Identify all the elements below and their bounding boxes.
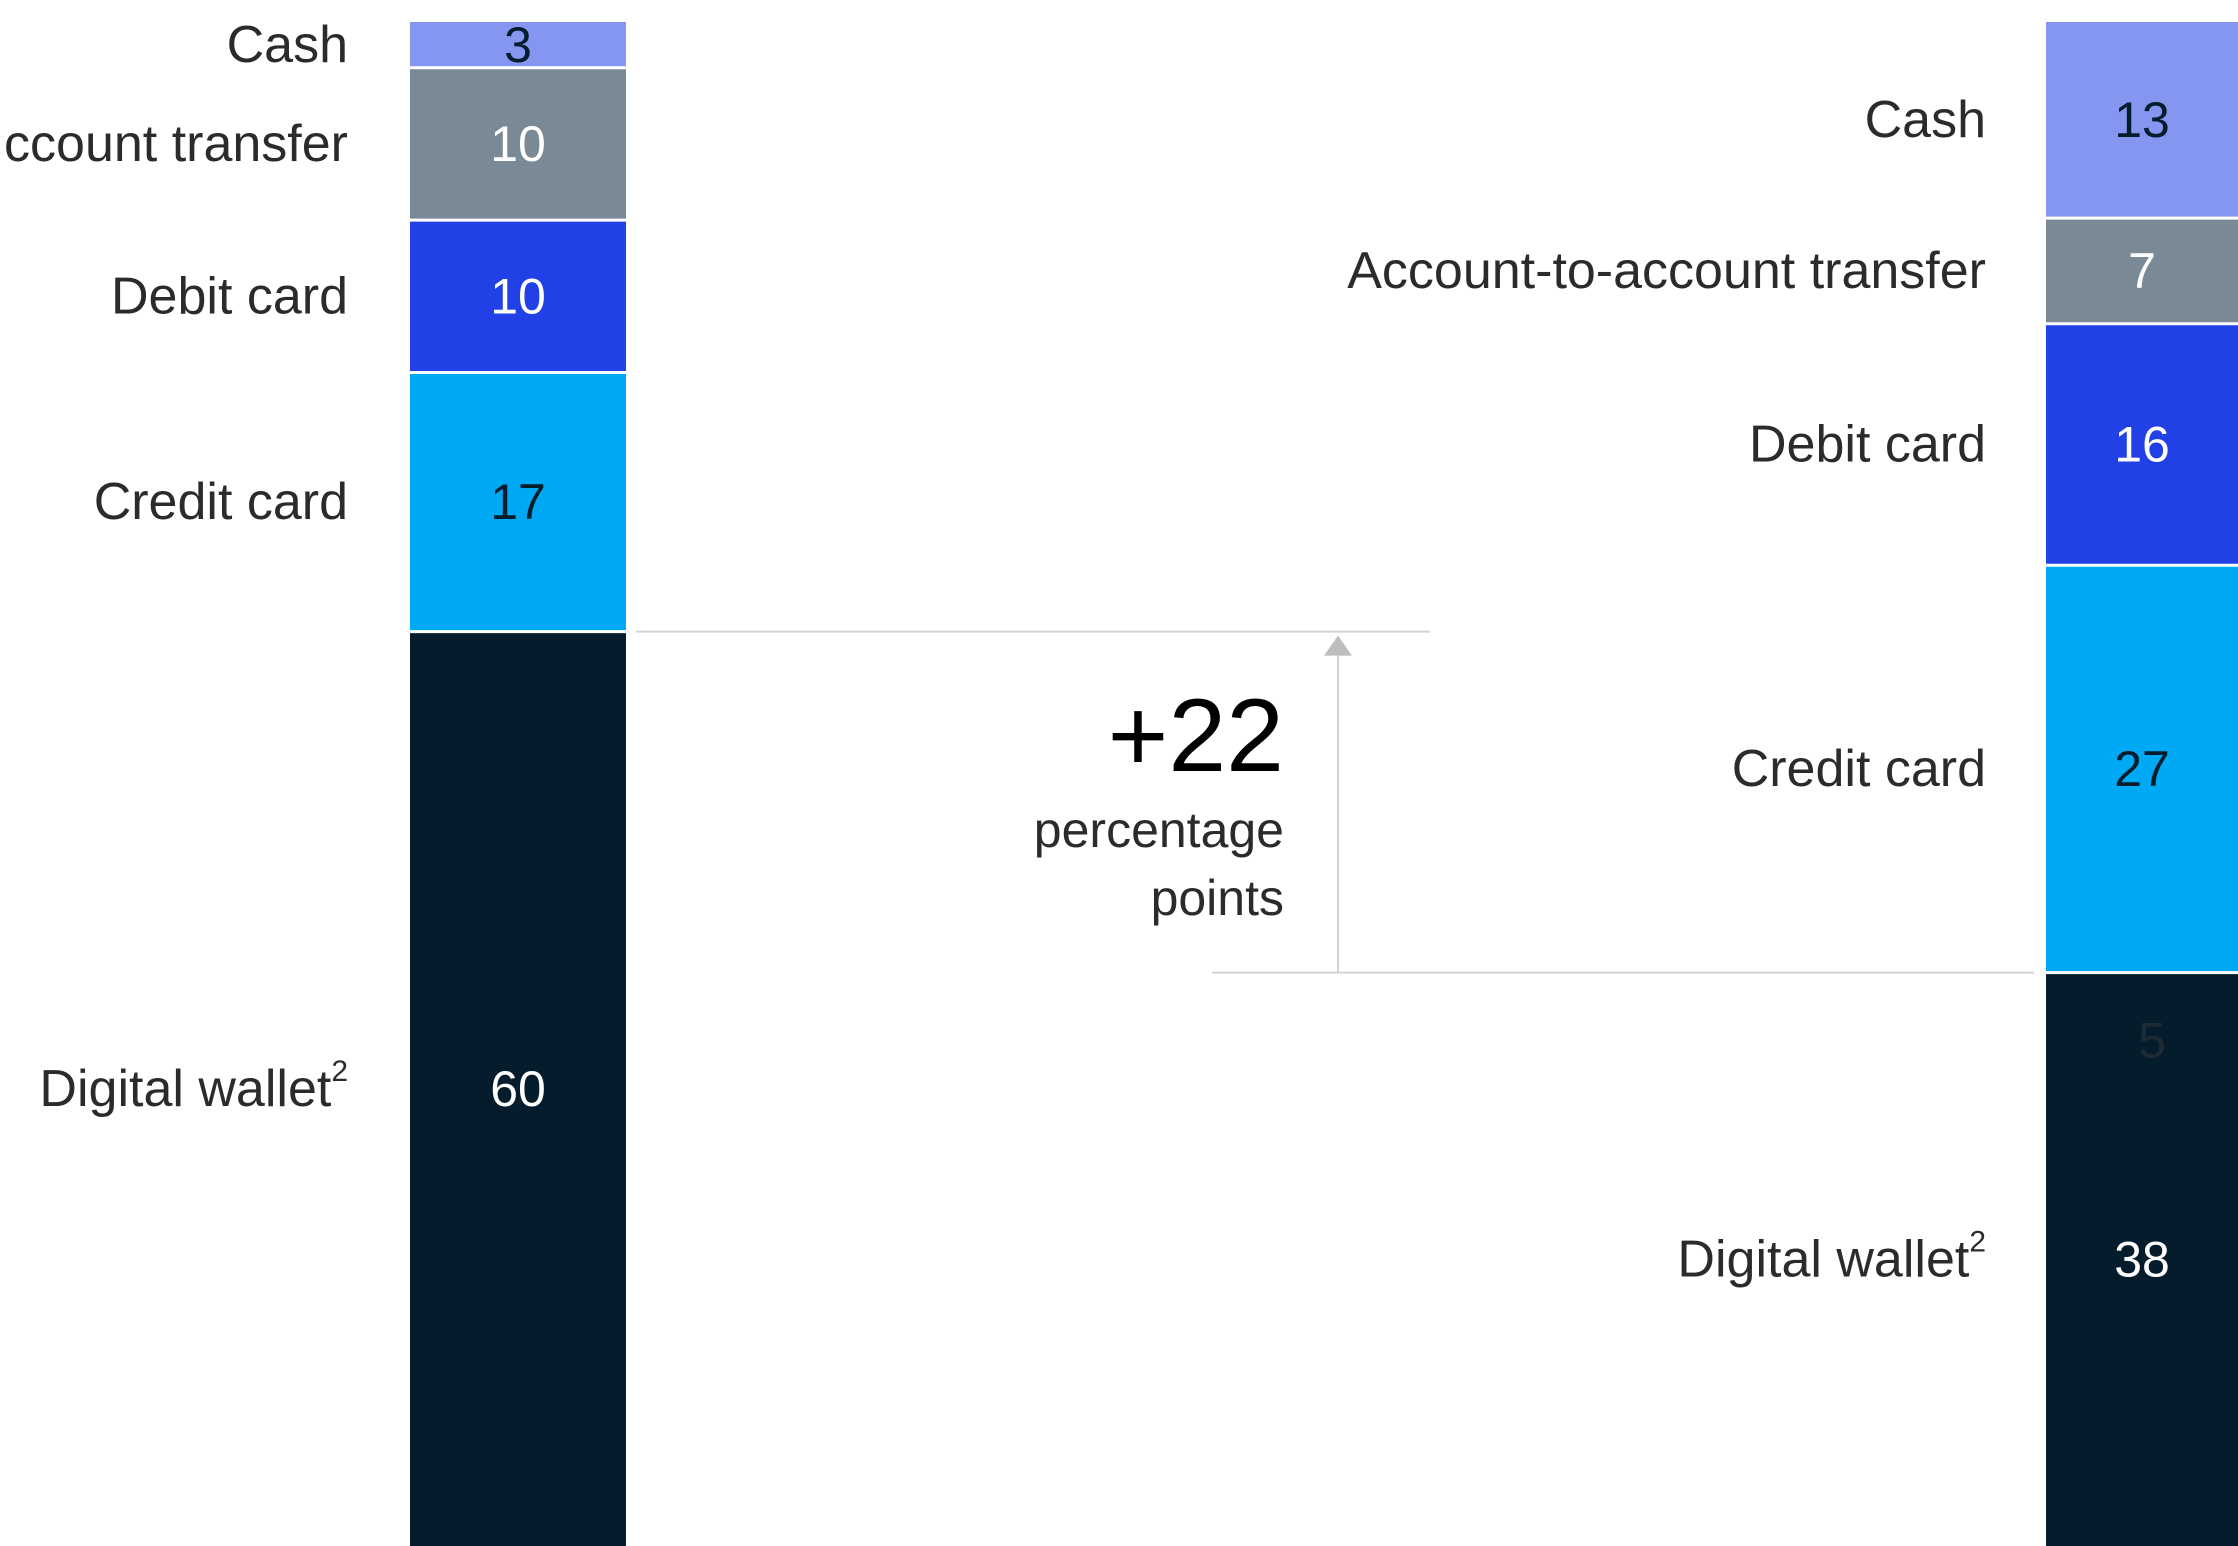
bar-2-value-label: 16 bbox=[2114, 416, 2170, 472]
bar-2-value-label: 27 bbox=[2114, 741, 2170, 797]
bar-1-category-label-cash: Cash bbox=[227, 16, 348, 74]
stacked-bar-chart: 60 Digital wallet2 17 Credit card 10 Debit ca… bbox=[4, 16, 2238, 1546]
annotation-text-line2: points bbox=[1151, 870, 1284, 926]
annotation-group: +22 percentage points bbox=[1034, 635, 1352, 973]
bar-1-category-label-debit-card: Debit card bbox=[111, 267, 348, 325]
labels-layer: 60 Digital wallet2 17 Credit card 10 Debit ca… bbox=[4, 16, 2170, 1288]
bar-2-value-label: 7 bbox=[2128, 243, 2156, 299]
bar-1-category-label-credit-card: Credit card bbox=[94, 473, 348, 531]
change-arrow-head bbox=[1324, 635, 1352, 656]
annotation-value: +22 bbox=[1108, 678, 1284, 794]
bar-2-value-label: 38 bbox=[2114, 1231, 2170, 1287]
bar-1-value-label: 60 bbox=[490, 1061, 546, 1117]
bar-2-category-label-credit-card: Credit card bbox=[1732, 740, 1986, 798]
annotation-text-line1: percentage bbox=[1034, 802, 1284, 858]
bar-2-inner-annotation: 5 bbox=[2138, 1013, 2166, 1069]
bar-1-category-label-account-to-account-transfer: ccount transfer bbox=[4, 115, 348, 173]
bar-2-category-label-debit-card: Debit card bbox=[1749, 415, 1986, 473]
bar-1-value-label: 3 bbox=[504, 17, 532, 73]
bar-1-value-label: 10 bbox=[490, 268, 546, 324]
bar-1-value-label: 10 bbox=[490, 116, 546, 172]
bar-2-category-label-account-to-account-transfer: Account-to-account transfer bbox=[1347, 242, 1986, 300]
bar-2-category-label-cash: Cash bbox=[1865, 91, 1986, 149]
bar-2-value-label: 13 bbox=[2114, 92, 2170, 148]
bar-1-category-label-digital-wallet: Digital wallet2 bbox=[39, 1054, 348, 1118]
bar-1-value-label: 17 bbox=[490, 474, 546, 530]
connectors-layer bbox=[636, 630, 2034, 974]
bar-2-category-label-digital-wallet: Digital wallet2 bbox=[1677, 1225, 1986, 1289]
